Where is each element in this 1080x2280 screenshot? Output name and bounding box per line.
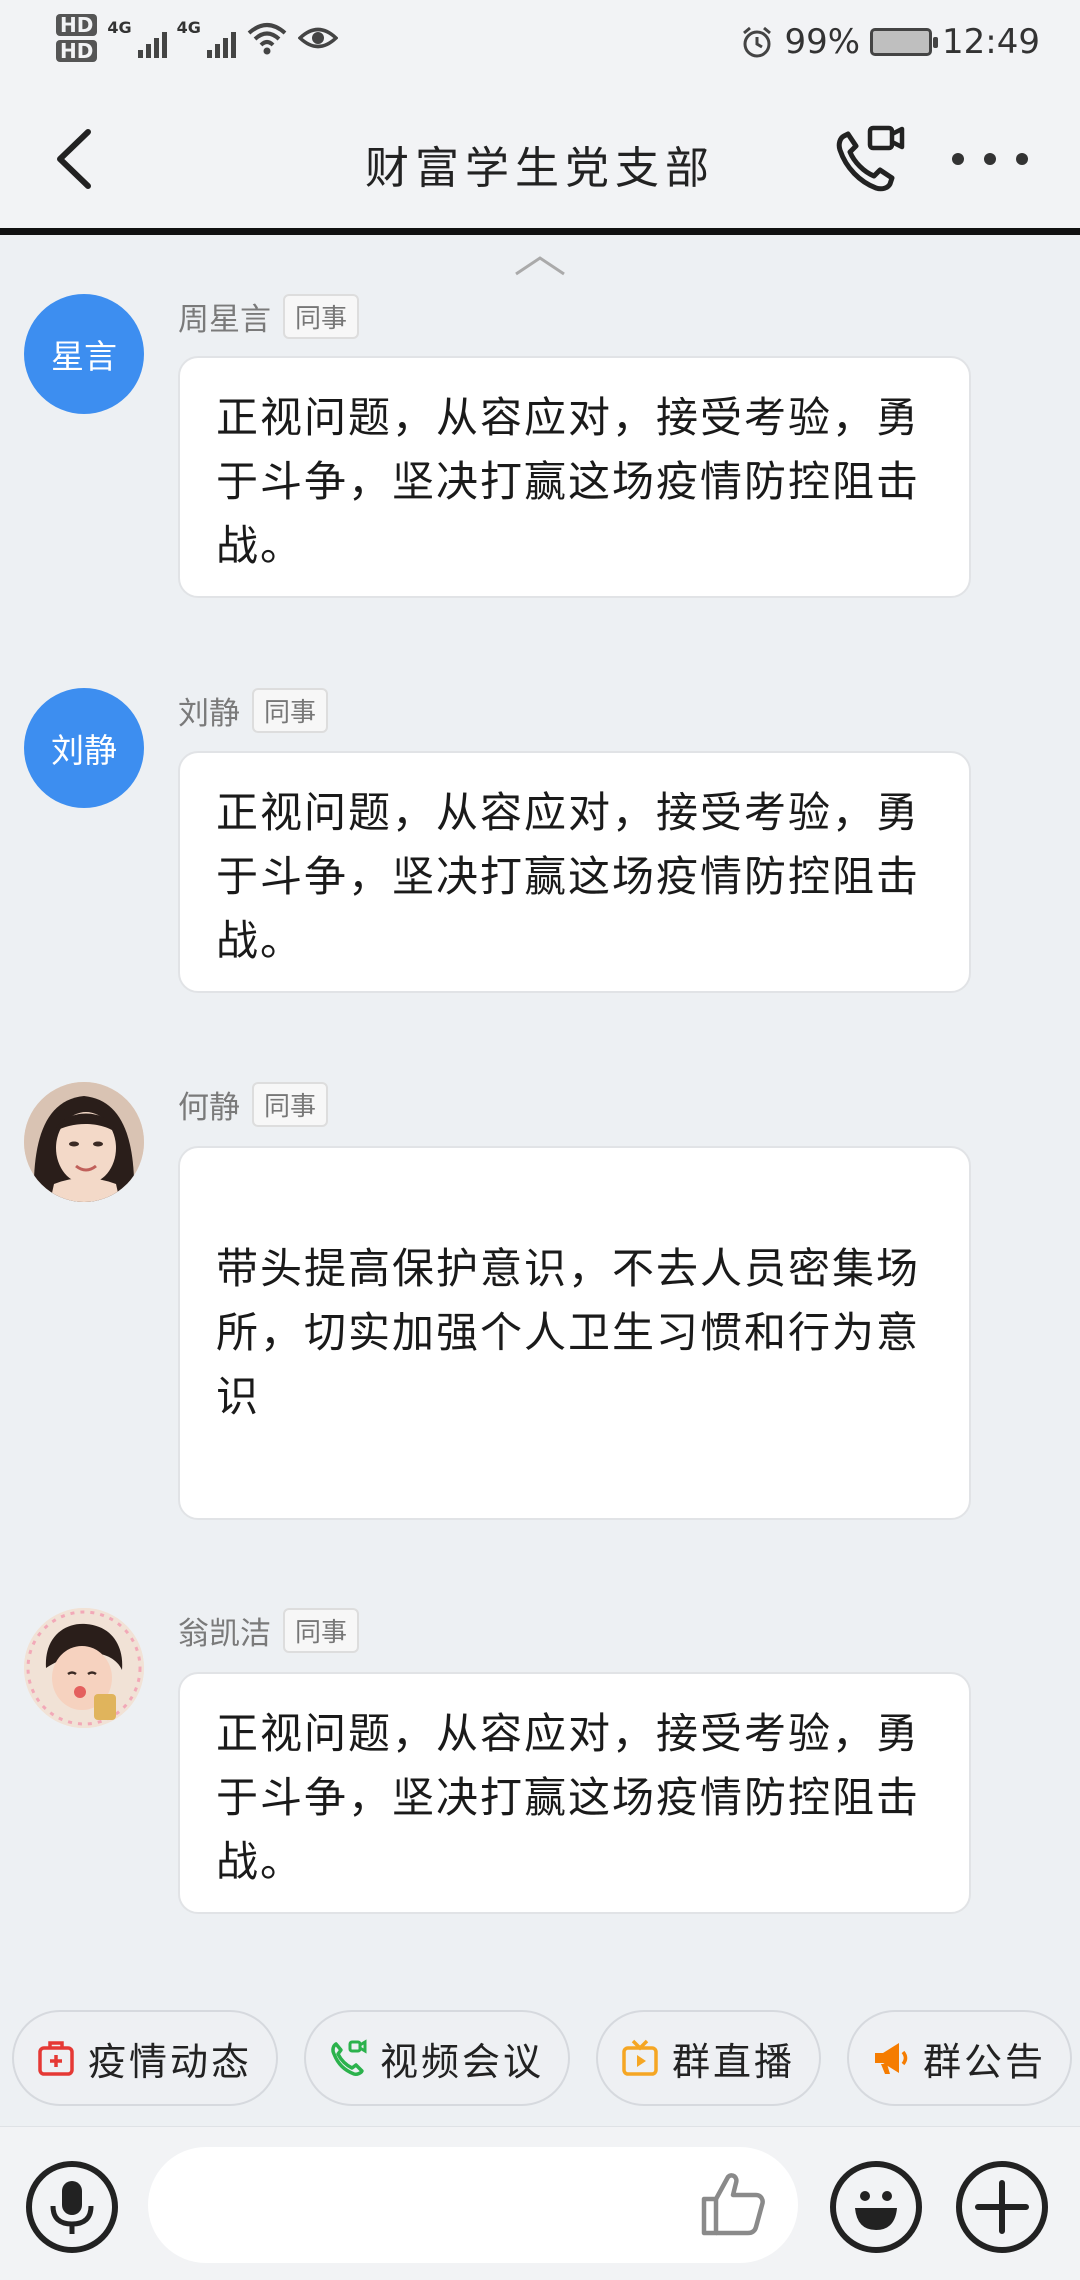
voice-input-button[interactable] xyxy=(26,2161,118,2253)
avatar[interactable] xyxy=(24,1608,144,1728)
sender-row: 翁凯洁 同事 xyxy=(178,1608,360,1653)
signal-bars-icon xyxy=(137,28,167,58)
sender-row: 何静 同事 xyxy=(178,1082,329,1127)
hd-badge-2: HD xyxy=(56,40,98,62)
profile-photo xyxy=(24,1608,144,1728)
message-bubble[interactable]: 正视问题，从容应对，接受考验，勇于斗争，坚决打赢这场疫情防控阻击战。 xyxy=(178,1672,971,1914)
input-bar xyxy=(0,2126,1080,2280)
message-bubble[interactable]: 正视问题，从容应对，接受考验，勇于斗争，坚决打赢这场疫情防控阻击战。 xyxy=(178,751,971,993)
quick-action-group-notice[interactable]: 群公告 xyxy=(847,2010,1073,2106)
status-left: HD HD 4G 4G xyxy=(56,14,338,62)
signal-1: 4G xyxy=(107,18,167,58)
chat-header: 财富学生党支部 xyxy=(0,92,1080,235)
hd-badge-1: HD xyxy=(56,14,98,36)
sender-name: 何静 xyxy=(178,1090,240,1126)
hd-indicators: HD HD xyxy=(56,14,98,62)
network-type-1: 4G xyxy=(107,18,132,37)
quick-action-label: 群公告 xyxy=(923,2039,1047,2084)
quick-action-group-live[interactable]: 群直播 xyxy=(596,2010,822,2106)
quick-action-label: 群直播 xyxy=(672,2039,796,2084)
quick-action-video-meeting[interactable]: 视频会议 xyxy=(304,2010,571,2106)
plus-icon xyxy=(975,2180,1029,2234)
avatar[interactable]: 星言 xyxy=(24,294,144,414)
signal-bars-icon xyxy=(206,28,236,58)
sender-row: 刘静 同事 xyxy=(178,688,329,733)
alarm-icon xyxy=(743,26,772,58)
chevron-up-icon[interactable] xyxy=(512,252,568,278)
status-bar: HD HD 4G 4G 99% 12:49 xyxy=(0,0,1080,92)
quick-action-epidemic-news[interactable]: 疫情动态 xyxy=(12,2010,279,2106)
role-tag: 同事 xyxy=(283,1608,360,1653)
emoji-button[interactable] xyxy=(830,2161,922,2253)
status-right: 99% 12:49 xyxy=(740,22,1040,62)
chat-title: 财富学生党支部 xyxy=(365,143,715,194)
network-type-2: 4G xyxy=(176,18,201,37)
role-tag: 同事 xyxy=(252,1082,329,1127)
message-bubble[interactable]: 带头提高保护意识，不去人员密集场所，切实加强个人卫生习惯和行为意识 xyxy=(178,1146,971,1520)
wifi-icon xyxy=(247,23,287,55)
quick-action-label: 疫情动态 xyxy=(88,2039,253,2084)
message-text: 带头提高保护意识，不去人员密集场所，切实加强个人卫生习惯和行为意识 xyxy=(216,1244,921,1421)
video-call-icon[interactable] xyxy=(830,124,910,194)
signal-2: 4G xyxy=(177,18,236,58)
sender-name: 翁凯洁 xyxy=(178,1616,271,1652)
role-tag: 同事 xyxy=(252,688,329,733)
video-call-icon xyxy=(331,2039,367,2076)
more-options-icon[interactable] xyxy=(952,134,1028,184)
sender-row: 周星言 同事 xyxy=(178,294,360,339)
clock: 12:49 xyxy=(942,22,1040,62)
eye-icon xyxy=(297,27,338,49)
megaphone-icon xyxy=(875,2043,908,2074)
battery-percent: 99% xyxy=(784,22,861,62)
sender-name: 周星言 xyxy=(178,302,271,338)
quick-actions: 疫情动态 视频会议 群直播 群公告 xyxy=(12,2010,1073,2106)
microphone-icon xyxy=(50,2181,94,2234)
avatar[interactable]: 刘静 xyxy=(24,688,144,808)
avatar[interactable] xyxy=(24,1082,144,1202)
smiley-icon xyxy=(855,2191,897,2230)
thumbs-up-icon[interactable] xyxy=(698,2169,768,2239)
medical-kit-icon xyxy=(38,2041,74,2076)
more-functions-button[interactable] xyxy=(956,2161,1048,2253)
live-tv-icon xyxy=(622,2039,658,2076)
sender-name: 刘静 xyxy=(178,696,240,732)
message-bubble[interactable]: 正视问题，从容应对，接受考验，勇于斗争，坚决打赢这场疫情防控阻击战。 xyxy=(178,356,971,598)
quick-action-label: 视频会议 xyxy=(380,2039,545,2084)
battery-icon xyxy=(870,28,939,56)
role-tag: 同事 xyxy=(283,294,360,339)
profile-photo xyxy=(24,1082,144,1202)
